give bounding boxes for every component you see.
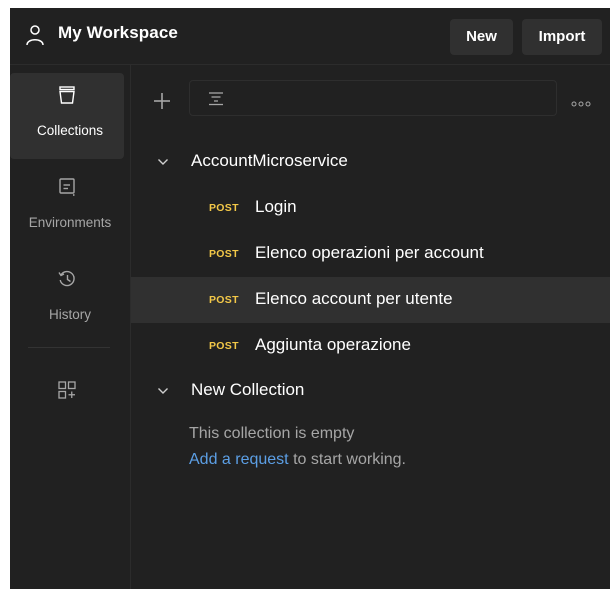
collections-icon xyxy=(59,86,75,104)
sidebar-item-label: History xyxy=(48,307,91,322)
sidebar-item-environments[interactable]: Environments xyxy=(10,165,124,251)
sidebar-divider xyxy=(28,347,110,348)
chevron-down-icon[interactable] xyxy=(157,157,169,167)
sidebar: Collections Environments History xyxy=(10,65,131,589)
workspace-header: My Workspace New Import xyxy=(10,8,610,65)
collection-name: New Collection xyxy=(191,380,305,399)
request-row[interactable]: POST Aggiunta operazione xyxy=(131,323,610,369)
filter-icon xyxy=(209,92,223,106)
more-options-icon[interactable] xyxy=(571,101,591,107)
sidebar-item-history[interactable]: History xyxy=(10,257,124,343)
request-name: Login xyxy=(255,197,297,216)
method-badge: POST xyxy=(209,202,239,214)
request-name: Elenco account per utente xyxy=(255,289,453,308)
request-name: Aggiunta operazione xyxy=(255,335,411,354)
empty-collection-suffix: to start working. xyxy=(288,451,406,468)
collection-row[interactable]: AccountMicroservice xyxy=(131,139,610,185)
empty-collection-text: This collection is empty xyxy=(189,425,355,442)
collections-panel: AccountMicroservice POST Login POST Elen… xyxy=(131,65,610,589)
environments-icon xyxy=(59,178,75,196)
method-badge: POST xyxy=(209,248,239,260)
method-badge: POST xyxy=(209,340,239,352)
filter-input[interactable] xyxy=(189,80,557,116)
sidebar-item-collections[interactable]: Collections xyxy=(10,73,124,159)
request-row[interactable]: POST Login xyxy=(131,185,610,231)
import-button[interactable]: Import xyxy=(522,19,602,55)
request-name: Elenco operazioni per account xyxy=(255,243,484,262)
add-request-link[interactable]: Add a request xyxy=(189,451,289,468)
plus-icon[interactable] xyxy=(152,91,172,111)
app-window: My Workspace New Import Collections Envi… xyxy=(10,8,610,589)
workspace-title[interactable]: My Workspace xyxy=(58,23,178,43)
request-row[interactable]: POST Elenco account per utente xyxy=(131,277,610,323)
add-apps-icon[interactable] xyxy=(57,380,77,400)
request-row[interactable]: POST Elenco operazioni per account xyxy=(131,231,610,277)
method-badge: POST xyxy=(209,294,239,306)
collection-row[interactable]: New Collection xyxy=(131,368,610,414)
empty-collection-hint: Add a request to start working. xyxy=(189,451,406,469)
new-button[interactable]: New xyxy=(450,19,513,55)
user-icon[interactable] xyxy=(24,24,46,46)
sidebar-item-label: Environments xyxy=(28,215,112,230)
collection-name: AccountMicroservice xyxy=(191,151,348,170)
chevron-down-icon[interactable] xyxy=(157,386,169,396)
history-icon xyxy=(58,270,75,287)
sidebar-item-label: Collections xyxy=(36,123,104,138)
